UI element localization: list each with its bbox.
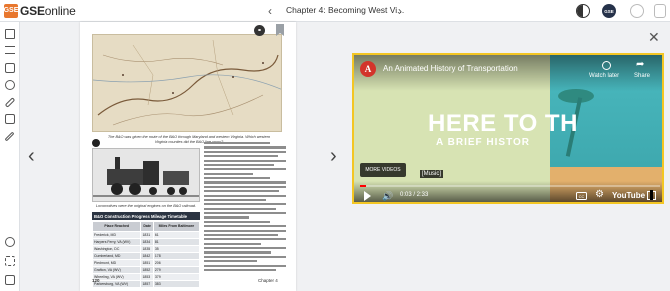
table-cell: 1853 xyxy=(140,273,154,281)
notes-icon[interactable] xyxy=(5,63,15,73)
time-display: 0:03 / 2:33 xyxy=(400,192,429,198)
subtitles-icon[interactable]: CC xyxy=(576,192,587,200)
book-page: ⚭ The B&O was given the route of the B&O… xyxy=(80,22,296,291)
clock-icon[interactable] xyxy=(602,61,611,70)
chapter-title[interactable]: Chapter 4: Becoming West Vi... xyxy=(286,5,404,15)
more-videos-button[interactable]: MORE VIDEOS xyxy=(360,163,406,177)
table-cell: 1831 xyxy=(140,231,154,239)
highlighter-icon[interactable] xyxy=(4,131,15,142)
video-headline: HERE TO TH xyxy=(428,110,578,137)
table-cell: 1852 xyxy=(140,266,154,274)
chevron-right-icon[interactable]: › xyxy=(398,3,402,19)
table-cell: 379 xyxy=(152,273,201,281)
chevron-left-icon[interactable]: ‹ xyxy=(268,3,272,19)
table-cell: 1851 xyxy=(140,259,154,267)
table-cell: 81 xyxy=(152,238,201,246)
grid-view-icon[interactable] xyxy=(5,275,15,285)
mileage-table: Place Reached Date Miles From Baltimore … xyxy=(91,221,201,288)
table-cell: 1834 xyxy=(140,238,154,246)
table-cell: 1857 xyxy=(140,280,154,288)
table-cell: Cumberland, MD xyxy=(91,252,142,260)
table-cell: 61 xyxy=(152,231,201,239)
table-row: Piedmont, MD 1851 206 xyxy=(91,259,201,267)
next-page-arrow-icon[interactable]: › xyxy=(330,146,337,166)
table-header: Place Reached xyxy=(91,221,142,232)
share-label[interactable]: Share xyxy=(634,73,650,79)
profile-icon[interactable] xyxy=(630,4,644,18)
table-title: B&O Construction Progress Mileage Timeta… xyxy=(92,212,200,220)
table-cell: 279 xyxy=(152,266,201,274)
closed-caption-text: [Music] xyxy=(420,170,444,178)
page-number: 120 xyxy=(92,278,100,283)
channel-logo[interactable]: A xyxy=(360,61,376,77)
previous-page-arrow-icon[interactable]: ‹ xyxy=(28,146,35,166)
locomotive-image xyxy=(92,148,200,202)
table-cell: Piedmont, MD xyxy=(91,259,142,267)
table-cell: 178 xyxy=(152,252,201,260)
table-cell: 1842 xyxy=(140,252,154,260)
share-icon[interactable]: ➦ xyxy=(636,60,646,70)
table-row: Washington, DC 1835 35 xyxy=(91,245,201,253)
body-text-column xyxy=(204,142,286,274)
top-bar: GSE GSEonline ‹ Chapter 4: Becoming West… xyxy=(0,0,670,22)
volume-icon[interactable]: 🔊 xyxy=(382,191,393,201)
palm-leaves xyxy=(558,89,594,103)
table-row: Cumberland, MD 1842 178 xyxy=(91,252,201,260)
fullscreen-icon[interactable] xyxy=(647,190,656,200)
watch-later-label[interactable]: Watch later xyxy=(589,73,619,79)
fit-page-icon[interactable] xyxy=(5,256,15,266)
table-row: Frederick, MD 1831 61 xyxy=(91,231,201,239)
chapter-footer: Chapter 4 xyxy=(258,278,278,283)
logo-brand: GSE xyxy=(20,3,45,18)
table-cell: 383 xyxy=(152,280,201,288)
pencil-icon[interactable] xyxy=(4,97,16,108)
gse-online-logo[interactable]: GSE GSEonline xyxy=(4,3,76,18)
table-row: Harpers Ferry, VA (WV) 1834 81 xyxy=(91,238,201,246)
play-icon[interactable] xyxy=(364,191,371,201)
table-cell: 35 xyxy=(152,245,201,253)
reader-app: GSE GSEonline ‹ Chapter 4: Becoming West… xyxy=(0,0,670,291)
search-icon[interactable] xyxy=(5,80,15,90)
logo-suffix: online xyxy=(44,3,76,18)
user-avatar[interactable]: GSE xyxy=(602,4,616,18)
left-toolbar xyxy=(0,22,20,291)
table-cell: 206 xyxy=(152,259,201,267)
bookmark-list-icon[interactable] xyxy=(5,114,15,124)
table-cell: Washington, DC xyxy=(91,245,142,253)
table-cell: Harpers Ferry, VA (WV) xyxy=(91,238,142,246)
close-icon[interactable]: ✕ xyxy=(648,30,660,44)
gear-icon[interactable]: ⚙ xyxy=(595,190,604,200)
table-of-contents-icon[interactable] xyxy=(5,46,15,54)
table-cell: Grafton, VA (WV) xyxy=(91,266,142,274)
audio-marker-icon[interactable] xyxy=(92,139,100,147)
historic-map-image xyxy=(92,34,282,132)
locomotive-caption: Locomotives were the original engines on… xyxy=(95,204,197,208)
home-icon[interactable] xyxy=(5,29,15,39)
video-player[interactable]: A An Animated History of Transportation … xyxy=(352,53,664,204)
progress-fill xyxy=(360,185,366,187)
progress-bar[interactable] xyxy=(360,185,660,187)
link-icon[interactable]: ⚭ xyxy=(254,25,265,36)
logo-text: GSEonline xyxy=(20,4,76,18)
contrast-toggle-icon[interactable] xyxy=(576,4,590,18)
table-row: Wheeling, VA (WV) 1853 379 xyxy=(91,273,201,281)
table-header: Date xyxy=(140,221,154,232)
logo-mark: GSE xyxy=(4,3,18,18)
youtube-logo[interactable]: YouTube xyxy=(612,191,645,200)
table-cell: 1835 xyxy=(140,245,154,253)
zoom-icon[interactable] xyxy=(5,237,15,247)
menu-icon[interactable] xyxy=(654,4,666,18)
table-row: Grafton, VA (WV) 1852 279 xyxy=(91,266,201,274)
video-title[interactable]: An Animated History of Transportation xyxy=(383,64,518,73)
table-row: Parkersburg, VA (WV) 1857 383 xyxy=(91,280,201,288)
table-cell: Frederick, MD xyxy=(91,231,142,239)
table-header: Miles From Baltimore xyxy=(152,221,201,232)
video-subheadline: A BRIEF HISTOR xyxy=(436,137,531,148)
